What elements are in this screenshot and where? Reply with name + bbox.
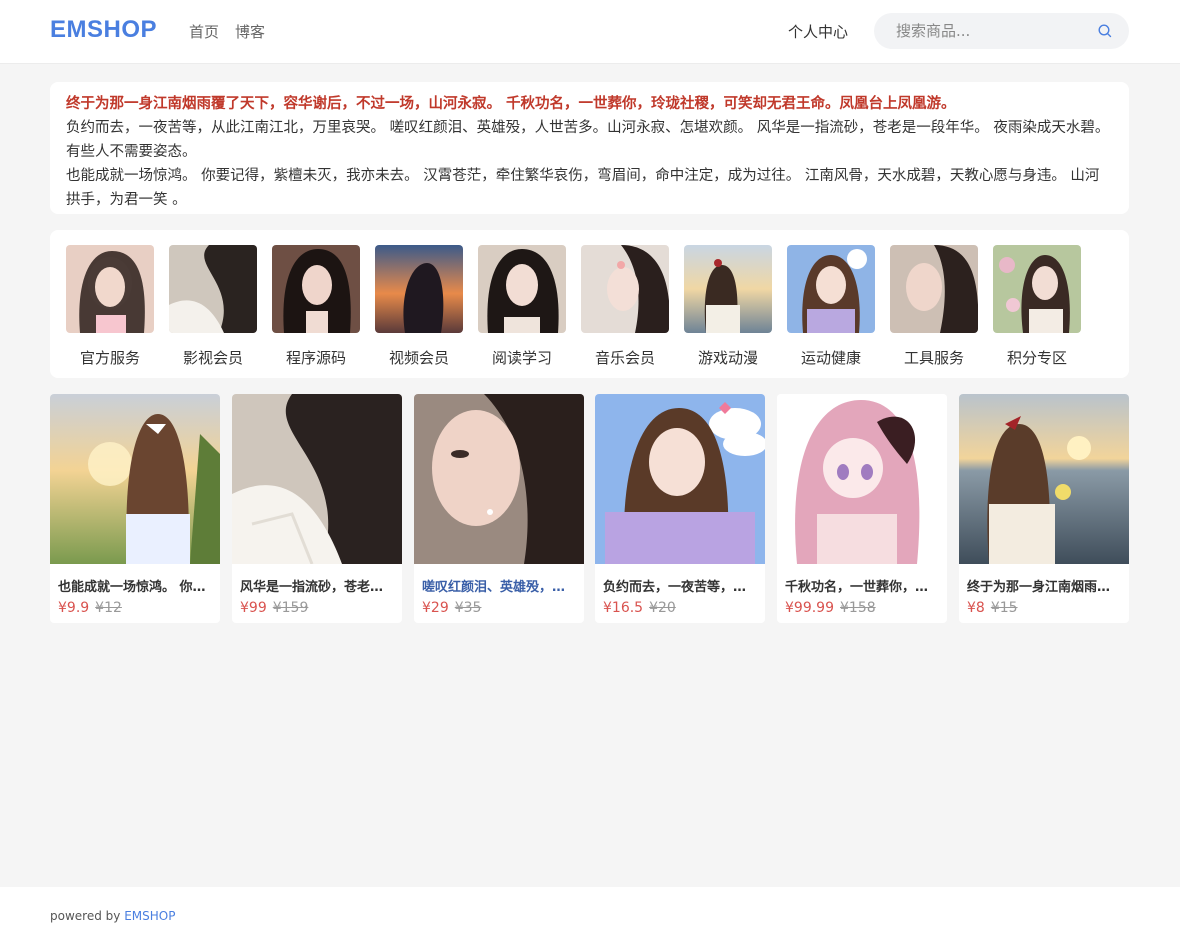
category-label: 游戏动漫 bbox=[697, 349, 758, 367]
product-price: ¥9.9 ¥12 bbox=[58, 600, 122, 616]
category-item[interactable]: 程序源码 bbox=[272, 245, 360, 368]
nav-blog[interactable]: 博客 bbox=[235, 21, 265, 42]
product-title[interactable]: 风华是一指流砂，苍老是一段年华 bbox=[240, 576, 394, 595]
product-card[interactable]: 风华是一指流砂，苍老是一段年华 ¥99 ¥159 bbox=[232, 394, 402, 623]
footer-credit: powered by EMSHOP bbox=[50, 909, 175, 923]
product-card[interactable]: 负约而去，一夜苦等，从此江南江北 ¥16.5 ¥20 bbox=[595, 394, 765, 623]
product-card[interactable]: 终于为那一身江南烟雨覆了天下 ¥8 ¥15 bbox=[959, 394, 1129, 623]
search-box bbox=[874, 13, 1129, 49]
user-center-link[interactable]: 个人中心 bbox=[788, 21, 848, 42]
category-label: 程序源码 bbox=[285, 349, 346, 367]
main-nav: 首页 博客 bbox=[189, 21, 265, 42]
category-thumbnail bbox=[169, 245, 257, 333]
current-price: ¥29 bbox=[422, 600, 449, 616]
category-label: 阅读学习 bbox=[491, 349, 552, 367]
original-price: ¥159 bbox=[272, 600, 309, 616]
product-price: ¥99.99 ¥158 bbox=[785, 600, 876, 616]
category-label: 音乐会员 bbox=[594, 349, 655, 367]
category-thumbnail bbox=[684, 245, 772, 333]
category-item[interactable]: 运动健康 bbox=[787, 245, 875, 368]
product-image bbox=[777, 394, 947, 564]
category-label: 积分专区 bbox=[1006, 349, 1067, 367]
category-item[interactable]: 视频会员 bbox=[375, 245, 463, 368]
current-price: ¥99 bbox=[240, 600, 267, 616]
category-label: 运动健康 bbox=[800, 349, 861, 367]
product-price: ¥8 ¥15 bbox=[967, 600, 1018, 616]
product-title[interactable]: 也能成就一场惊鸿。 你要记得，紫檀未灭 bbox=[58, 576, 212, 595]
product-card[interactable]: 千秋功名，一世葬你，玲珑社稷 ¥99.99 ¥158 bbox=[777, 394, 947, 623]
product-image bbox=[50, 394, 220, 564]
top-header: EMSHOP 首页 博客 个人中心 bbox=[0, 0, 1180, 64]
current-price: ¥8 bbox=[967, 600, 985, 616]
site-logo[interactable]: EMSHOP bbox=[50, 16, 157, 44]
category-label: 官方服务 bbox=[79, 349, 140, 367]
product-price: ¥29 ¥35 bbox=[422, 600, 481, 616]
category-thumbnail bbox=[890, 245, 979, 333]
category-item[interactable]: 影视会员 bbox=[169, 245, 257, 368]
announcement-text: 也能成就一场惊鸿。 你要记得，紫檀未灭，我亦未去。 汉霄苍茫，牵住繁华哀伤，弯眉… bbox=[66, 168, 1100, 208]
footer-prefix: powered by bbox=[50, 909, 125, 923]
category-thumbnail bbox=[787, 245, 875, 333]
category-panel: 官方服务 影视会员 程序源码 视频会员 阅读学习 音乐会员 游戏动漫 运动健康 … bbox=[50, 230, 1129, 378]
current-price: ¥99.99 bbox=[785, 600, 834, 616]
category-label: 影视会员 bbox=[182, 349, 243, 367]
category-item[interactable]: 阅读学习 bbox=[478, 245, 566, 368]
announcement-panel: 终于为那一身江南烟雨覆了天下，容华谢后，不过一场，山河永寂。 千秋功名，一世葬你… bbox=[50, 82, 1129, 214]
search-input[interactable] bbox=[896, 13, 1091, 49]
product-title[interactable]: 终于为那一身江南烟雨覆了天下 bbox=[967, 576, 1121, 595]
product-title[interactable]: 负约而去，一夜苦等，从此江南江北 bbox=[603, 576, 757, 595]
category-item[interactable]: 音乐会员 bbox=[581, 245, 670, 368]
product-price: ¥16.5 ¥20 bbox=[603, 600, 676, 616]
product-card[interactable]: 嗟叹红颜泪、英雄殁，人世苦多 ¥29 ¥35 bbox=[414, 394, 584, 623]
footer-brand-link[interactable]: EMSHOP bbox=[124, 909, 175, 923]
original-price: ¥15 bbox=[990, 600, 1018, 616]
category-thumbnail bbox=[375, 245, 463, 333]
original-price: ¥35 bbox=[454, 600, 482, 616]
product-title[interactable]: 千秋功名，一世葬你，玲珑社稷 bbox=[785, 576, 939, 595]
category-thumbnail bbox=[478, 245, 566, 333]
category-label: 工具服务 bbox=[903, 349, 964, 367]
announcement-text: 负约而去，一夜苦等，从此江南江北，万里哀哭。 嗟叹红颜泪、英雄殁，人世苦多。山河… bbox=[66, 120, 1110, 160]
category-item[interactable]: 游戏动漫 bbox=[684, 245, 772, 368]
original-price: ¥20 bbox=[649, 600, 676, 616]
page-footer: powered by EMSHOP bbox=[0, 887, 1180, 942]
category-item[interactable]: 官方服务 bbox=[66, 245, 154, 368]
category-thumbnail bbox=[66, 245, 154, 333]
category-thumbnail bbox=[272, 245, 360, 333]
product-image bbox=[232, 394, 402, 565]
original-price: ¥12 bbox=[95, 600, 122, 616]
category-thumbnail bbox=[581, 245, 670, 333]
current-price: ¥9.9 bbox=[58, 600, 90, 616]
product-card[interactable]: 也能成就一场惊鸿。 你要记得，紫檀未灭 ¥9.9 ¥12 bbox=[50, 394, 220, 623]
nav-home[interactable]: 首页 bbox=[189, 21, 219, 42]
category-thumbnail bbox=[993, 245, 1081, 333]
original-price: ¥158 bbox=[840, 600, 876, 616]
product-image bbox=[959, 394, 1129, 564]
search-icon[interactable] bbox=[1097, 23, 1113, 39]
announcement-highlight: 终于为那一身江南烟雨覆了天下，容华谢后，不过一场，山河永寂。 千秋功名，一世葬你… bbox=[66, 96, 956, 112]
category-item[interactable]: 工具服务 bbox=[890, 245, 979, 368]
current-price: ¥16.5 bbox=[603, 600, 644, 616]
category-label: 视频会员 bbox=[388, 349, 449, 367]
product-image bbox=[414, 394, 584, 564]
product-price: ¥99 ¥159 bbox=[240, 600, 308, 616]
product-image bbox=[595, 394, 765, 564]
product-title[interactable]: 嗟叹红颜泪、英雄殁，人世苦多 bbox=[422, 576, 576, 595]
category-item[interactable]: 积分专区 bbox=[993, 245, 1081, 368]
